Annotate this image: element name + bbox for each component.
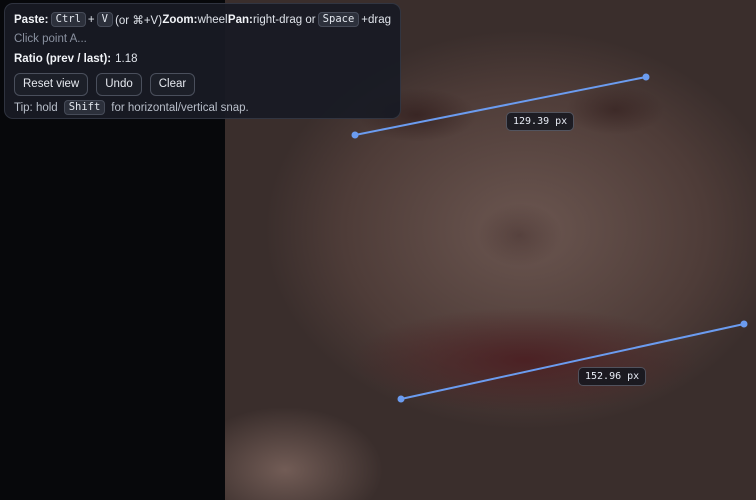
measurement-line-2 xyxy=(400,323,745,400)
measurement-2-distance-label: 152.96 px xyxy=(578,367,647,386)
tip-suffix: for horizontal/vertical snap. xyxy=(111,101,249,114)
control-panel: Paste: Ctrl + V (or ⌘+V) Zoom: wheel Pan… xyxy=(4,3,401,119)
zoom-value: wheel xyxy=(197,13,228,26)
tip-line: Tip: hold Shift for horizontal/vertical … xyxy=(14,99,391,116)
space-key: Space xyxy=(317,12,360,27)
paste-alt-shortcut: (or ⌘+V) xyxy=(115,14,163,27)
ratio-label: Ratio (prev / last): xyxy=(14,52,112,65)
measurement-1-distance-label: 129.39 px xyxy=(506,112,575,131)
paste-label: Paste: xyxy=(14,13,49,26)
v-key: V xyxy=(96,12,113,27)
measurement-1-point-a[interactable] xyxy=(351,131,359,139)
status-prompt: Click point A... xyxy=(14,32,87,45)
status-line: Click point A... xyxy=(14,30,391,47)
measurement-2-point-b[interactable] xyxy=(740,320,748,328)
pan-value: right-drag or xyxy=(252,13,316,26)
measurement-1-point-b[interactable] xyxy=(642,73,650,81)
ctrl-key: Ctrl xyxy=(50,12,86,27)
zoom-label: Zoom: xyxy=(162,13,198,26)
shift-key: Shift xyxy=(63,100,106,115)
pan-suffix: +drag xyxy=(361,13,392,26)
reset-view-button[interactable]: Reset view xyxy=(14,72,89,96)
tip-prefix: Tip: hold xyxy=(14,101,58,114)
plus-sign: + xyxy=(87,13,95,26)
button-row: Reset view Undo Clear xyxy=(14,72,391,96)
ratio-line: Ratio (prev / last): 1.18 xyxy=(14,50,391,67)
help-line: Paste: Ctrl + V (or ⌘+V) Zoom: wheel Pan… xyxy=(14,11,391,28)
ratio-value: 1.18 xyxy=(115,52,138,65)
measurement-2-point-a[interactable] xyxy=(397,395,405,403)
clear-button[interactable]: Clear xyxy=(149,72,196,96)
canvas-stage[interactable]: 129.39 px 152.96 px Paste: Ctrl + V (or … xyxy=(0,0,756,500)
undo-button[interactable]: Undo xyxy=(96,72,142,96)
pan-label: Pan: xyxy=(227,13,253,26)
